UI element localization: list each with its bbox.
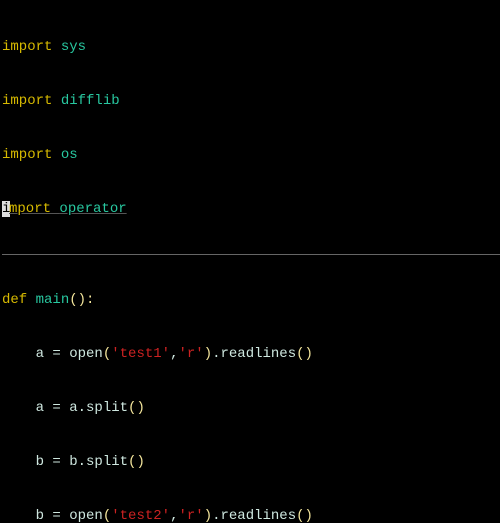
function-name: main xyxy=(36,292,70,308)
code-line: a = a.split() xyxy=(2,399,500,417)
punct: (): xyxy=(69,292,94,308)
string-literal: 'r' xyxy=(178,346,203,362)
string-literal: 'test1' xyxy=(111,346,170,362)
module-name: sys xyxy=(61,39,86,55)
divider xyxy=(2,254,500,255)
keyword-def: def xyxy=(2,292,27,308)
string-literal: 'r' xyxy=(178,508,203,523)
module-name: os xyxy=(61,147,78,163)
code-line: b = b.split() xyxy=(2,453,500,471)
module-name: difflib xyxy=(61,93,120,109)
string-literal: 'test2' xyxy=(111,508,170,523)
keyword-import: import xyxy=(2,147,52,163)
code-line: b = open('test2','r').readlines() xyxy=(2,507,500,523)
code-editor[interactable]: import sys import difflib import os impo… xyxy=(0,0,500,523)
code-line: import sys xyxy=(2,38,500,56)
code-line: a = open('test1','r').readlines() xyxy=(2,345,500,363)
keyword-import: import xyxy=(2,39,52,55)
code-line: def main(): xyxy=(2,291,500,309)
code-line: import os xyxy=(2,146,500,164)
code-line-cursor: import operator xyxy=(2,200,500,218)
module-name: operator xyxy=(59,201,126,217)
keyword-import-tail: mport xyxy=(9,201,51,217)
code-line: import difflib xyxy=(2,92,500,110)
keyword-import: import xyxy=(2,93,52,109)
